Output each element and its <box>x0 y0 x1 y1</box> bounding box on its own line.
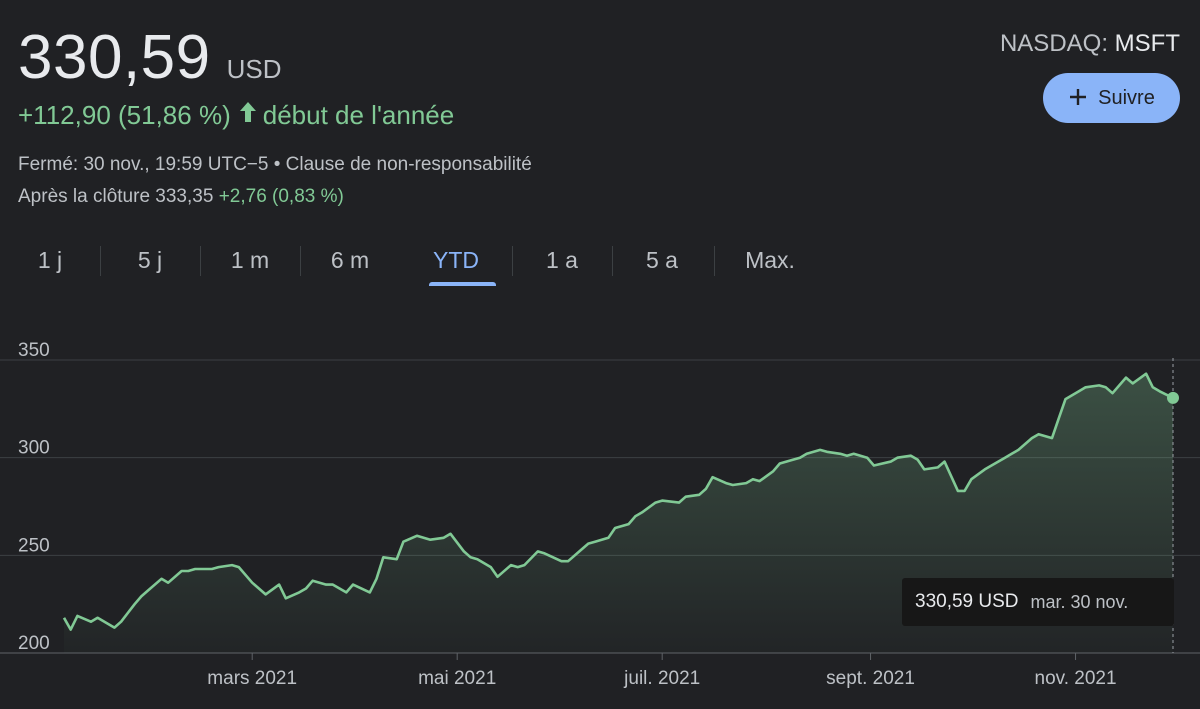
x-tick-label: mars 2021 <box>207 668 297 689</box>
after-hours-label: Après la clôture 333,35 <box>18 186 214 207</box>
tab-1y[interactable]: 1 a <box>512 238 612 282</box>
tab-max[interactable]: Max. <box>720 238 820 282</box>
after-hours-change: +2,76 (0,83 %) <box>218 186 344 207</box>
follow-button[interactable]: Suivre <box>1043 73 1180 123</box>
change-value: +112,90 (51,86 %) <box>18 100 231 130</box>
tab-6m[interactable]: 6 m <box>300 238 400 282</box>
exchange-label: NASDAQ: <box>999 30 1115 57</box>
arrow-up-icon <box>239 101 257 130</box>
last-point-marker <box>1167 391 1179 404</box>
tab-5d[interactable]: 5 j <box>100 238 200 282</box>
y-tick-label: 300 <box>18 438 50 459</box>
closed-status: Fermé: 30 nov., 19:59 UTC−5 • Clause de … <box>18 154 532 175</box>
x-tick-label: sept. 2021 <box>826 668 915 689</box>
y-tick-label: 250 <box>18 535 50 556</box>
price-row: 330,59 USD <box>18 22 282 93</box>
ytd-change: +112,90 (51,86 %) début de l'année <box>18 100 454 131</box>
y-tick-label: 200 <box>18 633 50 654</box>
tooltip-price: 330,59 USD <box>915 591 1019 612</box>
tab-5y[interactable]: 5 a <box>612 238 712 282</box>
chart-tooltip: 330,59 USD mar. 30 nov. <box>902 578 1174 626</box>
current-price: 330,59 <box>18 23 211 92</box>
plus-icon <box>1068 83 1088 113</box>
ticker-symbol: MSFT <box>1114 30 1180 57</box>
change-period: début de l'année <box>262 100 455 130</box>
tab-1m[interactable]: 1 m <box>200 238 300 282</box>
price-chart[interactable]: 200 250 300 350 mars 2021 mai 2021 juil. 2021 s… <box>0 300 1200 709</box>
ticker: NASDAQ: MSFT <box>1000 30 1180 58</box>
x-tick-label: nov. 2021 <box>1035 668 1117 689</box>
tab-divider <box>714 246 715 276</box>
y-tick-label: 350 <box>18 340 50 361</box>
after-hours: Après la clôture 333,35 +2,76 (0,83 %) <box>18 186 344 208</box>
tooltip-date: mar. 30 nov. <box>1030 591 1129 612</box>
x-tick-label: juil. 2021 <box>623 668 700 689</box>
tab-1d[interactable]: 1 j <box>0 238 100 282</box>
x-tick-label: mai 2021 <box>418 668 496 689</box>
range-tabs: 1 j 5 j 1 m 6 m YTD 1 a 5 a Max. <box>0 238 850 288</box>
currency-label: USD <box>226 54 282 84</box>
tab-ytd[interactable]: YTD <box>406 238 506 286</box>
follow-label: Suivre <box>1098 86 1155 109</box>
